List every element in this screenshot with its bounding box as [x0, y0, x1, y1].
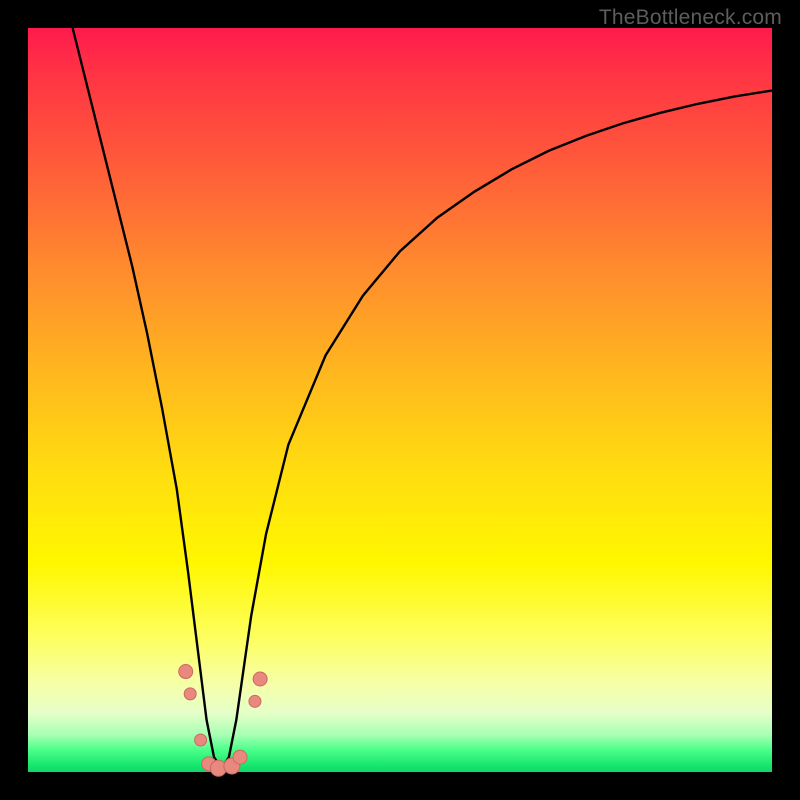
data-marker — [195, 734, 207, 746]
data-marker — [184, 688, 196, 700]
data-markers — [179, 665, 267, 777]
data-marker — [249, 695, 261, 707]
watermark-text: TheBottleneck.com — [599, 6, 782, 30]
chart-plot-area — [28, 28, 772, 772]
data-marker — [179, 665, 193, 679]
data-marker — [253, 672, 267, 686]
data-marker — [233, 750, 247, 764]
curve-line — [73, 28, 772, 768]
bottleneck-curve — [28, 28, 772, 772]
